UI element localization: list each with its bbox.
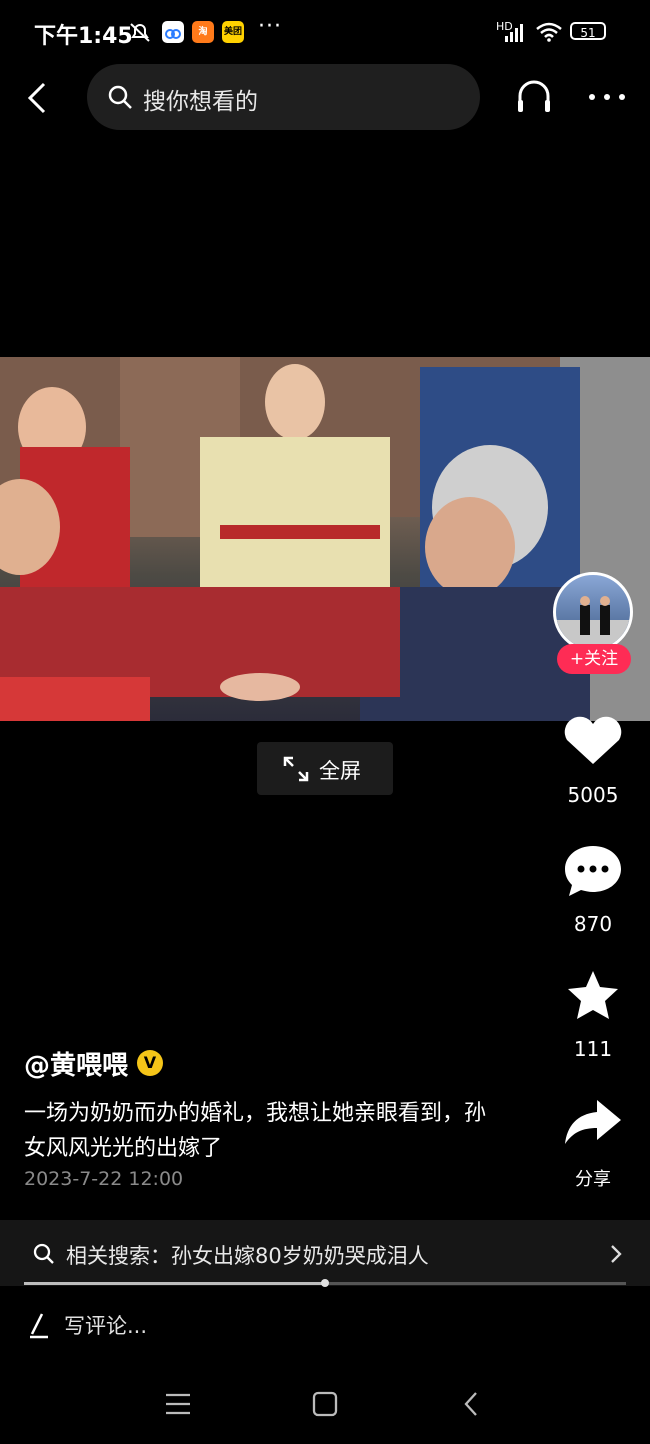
- comment-button[interactable]: [553, 842, 633, 898]
- progress-fill: [24, 1282, 325, 1285]
- signal-icon: [505, 24, 523, 42]
- more-button[interactable]: [586, 84, 628, 108]
- meituan-app-icon: 美团: [222, 21, 244, 43]
- verified-badge-icon: V: [137, 1050, 163, 1076]
- status-time: 下午1:45: [34, 24, 133, 49]
- share-arrow-icon: [565, 1100, 621, 1144]
- wifi-icon: [536, 22, 562, 42]
- comment-placeholder: 写评论...: [64, 1314, 148, 1338]
- author-name[interactable]: @黄喂喂: [24, 1045, 128, 1082]
- battery-indicator: 51: [570, 22, 606, 40]
- pen-icon: [30, 1313, 48, 1339]
- fullscreen-label: 全屏: [319, 759, 361, 783]
- comment-input[interactable]: 写评论...: [24, 1306, 424, 1346]
- search-bar[interactable]: 搜你想看的: [87, 64, 480, 130]
- listen-button[interactable]: [514, 76, 554, 116]
- search-icon: [108, 85, 132, 109]
- system-back-button[interactable]: [452, 1385, 492, 1425]
- expand-icon: [283, 756, 309, 782]
- cloud-app-icon: [162, 21, 184, 43]
- comment-count: 870: [573, 912, 613, 936]
- more-dots-icon: [589, 94, 625, 100]
- video-frame-image: [0, 357, 650, 721]
- chevron-left-icon: [464, 1392, 477, 1416]
- related-search-text: 相关搜索：孙女出嫁80岁奶奶哭成泪人: [66, 1244, 429, 1268]
- follow-button[interactable]: +关注: [557, 644, 631, 674]
- share-button[interactable]: [553, 1094, 633, 1150]
- headphone-icon: [518, 80, 550, 112]
- video-progress-bar[interactable]: [24, 1279, 626, 1287]
- like-count: 5005: [567, 783, 619, 807]
- author-avatar[interactable]: [553, 572, 633, 652]
- chevron-left-icon: [27, 82, 46, 114]
- progress-handle[interactable]: [321, 1279, 329, 1287]
- share-label: 分享: [575, 1169, 611, 1190]
- status-more-icon: ···: [258, 14, 282, 39]
- recent-apps-button[interactable]: [158, 1385, 198, 1425]
- mute-bell-icon: [130, 23, 150, 42]
- favorite-count: 111: [573, 1037, 613, 1061]
- post-description: 一场为奶奶而办的婚礼，我想让她亲眼看到，孙女风风光光的出嫁了: [24, 1101, 487, 1161]
- back-button[interactable]: [22, 78, 58, 118]
- chevron-right-icon: [611, 1245, 622, 1263]
- menu-lines-icon: [166, 1393, 190, 1415]
- video-player[interactable]: [0, 357, 650, 721]
- like-button[interactable]: [553, 714, 633, 770]
- heart-icon: [564, 716, 622, 764]
- home-button[interactable]: [305, 1385, 345, 1425]
- comment-bubble-icon: [565, 846, 621, 896]
- related-search-bar[interactable]: 相关搜索：孙女出嫁80岁奶奶哭成泪人: [0, 1220, 650, 1286]
- taobao-app-icon: 淘: [192, 21, 214, 43]
- square-icon: [312, 1391, 338, 1417]
- post-date: 2023-7-22 12:00: [24, 1168, 184, 1190]
- star-icon: [568, 971, 618, 1019]
- status-bar: 下午1:45 淘 美团 ··· HD 51: [0, 0, 650, 64]
- fullscreen-button[interactable]: 全屏: [257, 742, 393, 795]
- favorite-button[interactable]: [553, 968, 633, 1024]
- search-placeholder: 搜你想看的: [143, 89, 258, 115]
- search-icon: [33, 1243, 54, 1264]
